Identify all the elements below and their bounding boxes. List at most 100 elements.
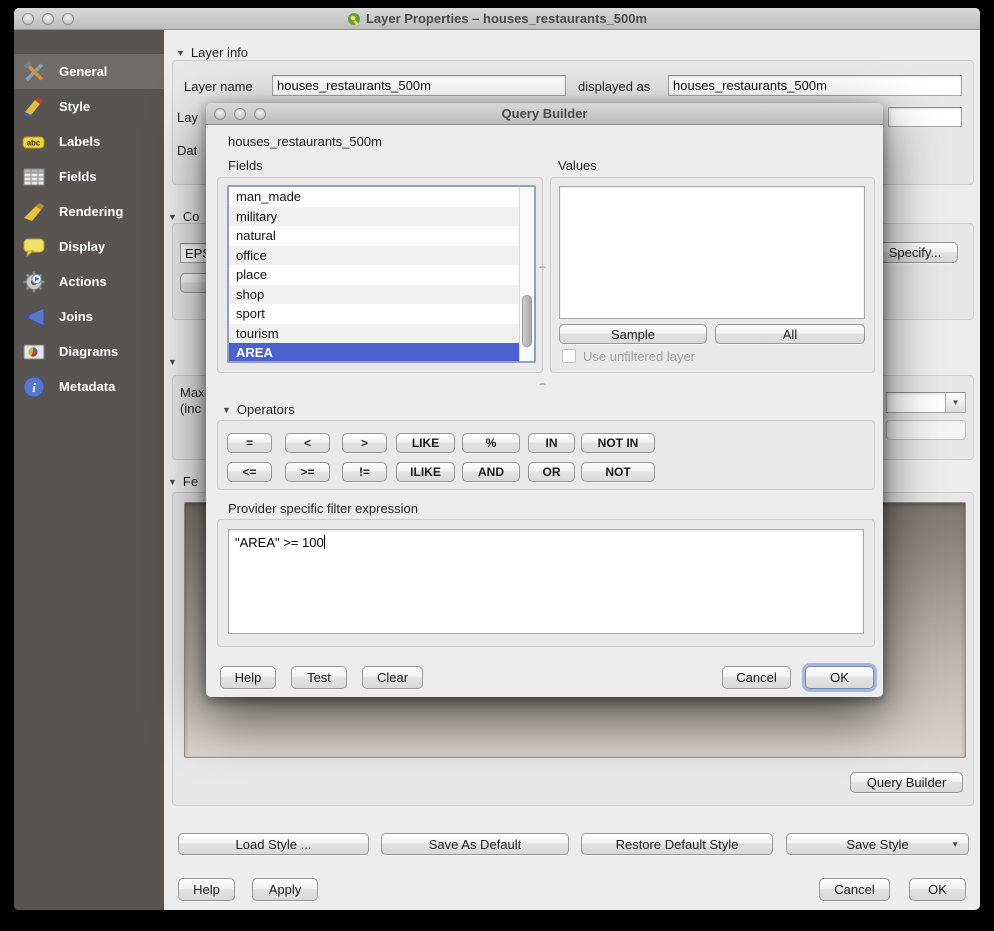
operator-ilike-button[interactable]: ILIKE	[396, 462, 455, 482]
style-icon	[22, 95, 46, 119]
dialog-title: Query Builder	[502, 106, 588, 121]
scale-field[interactable]	[886, 420, 966, 440]
layer-name-input[interactable]: houses_restaurants_500m	[272, 75, 566, 96]
splitter-handle[interactable]	[539, 266, 546, 270]
save-style-button[interactable]: Save Style ▼	[786, 833, 969, 855]
close-button[interactable]	[22, 13, 34, 25]
zoom-button[interactable]	[254, 108, 266, 120]
layer-info-section-header[interactable]: ▼ Layer info	[176, 45, 248, 60]
operator-le-button[interactable]: <=	[227, 462, 272, 482]
dialog-ok-button[interactable]: OK	[805, 666, 874, 689]
use-unfiltered-checkbox[interactable]	[562, 349, 576, 363]
svg-text:i: i	[32, 380, 36, 395]
operator-lt-button[interactable]: <	[285, 433, 330, 453]
scrollbar-thumb[interactable]	[522, 295, 532, 347]
chevron-down-icon: ▼	[951, 840, 959, 849]
zoom-button[interactable]	[62, 13, 74, 25]
dialog-clear-button[interactable]: Clear	[362, 666, 423, 689]
layer-source-input[interactable]	[888, 107, 962, 127]
features-section-header[interactable]: ▼ Fe	[168, 474, 198, 489]
operator-and-button[interactable]: AND	[462, 462, 520, 482]
dialog-test-button[interactable]: Test	[291, 666, 347, 689]
display-icon	[22, 235, 46, 259]
field-list-item[interactable]: sport	[229, 304, 519, 324]
save-as-default-button[interactable]: Save As Default	[381, 833, 569, 855]
dialog-titlebar[interactable]: Query Builder	[206, 103, 883, 125]
sidebar-item-label: Rendering	[59, 204, 123, 219]
sidebar-item-style[interactable]: Style	[14, 89, 164, 124]
sidebar-item-fields[interactable]: Fields	[14, 159, 164, 194]
sidebar-item-general[interactable]: General	[14, 54, 164, 89]
displayed-as-input[interactable]: houses_restaurants_500m	[668, 75, 962, 96]
fields-label: Fields	[228, 158, 263, 173]
values-list[interactable]	[559, 186, 865, 319]
operator-eq-button[interactable]: =	[227, 433, 272, 453]
window-titlebar[interactable]: Layer Properties – houses_restaurants_50…	[14, 8, 980, 30]
field-list-item[interactable]: office	[229, 246, 519, 266]
field-list-item[interactable]: man_made	[229, 187, 519, 207]
field-list-item[interactable]: shop	[229, 285, 519, 305]
field-list-item[interactable]: tourism	[229, 324, 519, 344]
chevron-down-icon[interactable]: ▼	[945, 393, 965, 412]
field-list-item[interactable]: place	[229, 265, 519, 285]
sidebar-item-label: General	[59, 64, 107, 79]
filter-expression-textarea[interactable]: "AREA" >= 100	[228, 529, 864, 634]
sidebar-item-label: Labels	[59, 134, 100, 149]
layer-name-label: Layer name	[184, 79, 253, 94]
sidebar-item-display[interactable]: Display	[14, 229, 164, 264]
operator-pct-button[interactable]: %	[462, 433, 520, 453]
apply-button[interactable]: Apply	[252, 878, 318, 901]
field-list-item-selected[interactable]: AREA	[229, 343, 519, 363]
fields-scrollbar[interactable]	[519, 187, 534, 361]
sidebar-item-label: Joins	[59, 309, 93, 324]
query-builder-dialog: Query Builder houses_restaurants_500m Fi…	[206, 103, 883, 697]
operator-gt-button[interactable]: >	[342, 433, 387, 453]
help-button[interactable]: Help	[178, 878, 235, 901]
sidebar-item-metadata[interactable]: i Metadata	[14, 369, 164, 404]
operator-like-button[interactable]: LIKE	[396, 433, 455, 453]
sidebar-item-rendering[interactable]: Rendering	[14, 194, 164, 229]
displayed-as-label: displayed as	[578, 79, 650, 94]
crs-section-header[interactable]: ▼ Co	[168, 209, 200, 224]
sidebar-item-labels[interactable]: abc Labels	[14, 124, 164, 159]
scale-combobox[interactable]: ▼	[886, 392, 966, 413]
dialog-help-button[interactable]: Help	[220, 666, 276, 689]
scale-section-header[interactable]: ▼	[168, 357, 177, 367]
operators-section-header[interactable]: ▼ Operators	[222, 402, 295, 417]
ok-button[interactable]: OK	[909, 878, 966, 901]
restore-default-style-button[interactable]: Restore Default Style	[581, 833, 773, 855]
minimize-button[interactable]	[42, 13, 54, 25]
operator-not-button[interactable]: NOT	[581, 462, 655, 482]
splitter-handle[interactable]	[539, 383, 546, 387]
collapse-triangle-icon: ▼	[168, 357, 177, 367]
collapse-triangle-icon: ▼	[222, 405, 231, 415]
fields-list[interactable]: man_made military natural office place s…	[227, 185, 536, 363]
collapse-triangle-icon: ▼	[168, 212, 177, 222]
sidebar-item-diagrams[interactable]: Diagrams	[14, 334, 164, 369]
specify-button[interactable]: Specify...	[872, 242, 958, 263]
load-style-button[interactable]: Load Style ...	[178, 833, 369, 855]
layer-source-label-clipped: Lay	[177, 110, 198, 125]
sample-button[interactable]: Sample	[559, 324, 707, 344]
sidebar-item-joins[interactable]: Joins	[14, 299, 164, 334]
window-title: Layer Properties – houses_restaurants_50…	[366, 11, 647, 26]
query-builder-button[interactable]: Query Builder	[850, 772, 963, 793]
operator-in-button[interactable]: IN	[528, 433, 575, 453]
operator-notin-button[interactable]: NOT IN	[581, 433, 655, 453]
field-list-item[interactable]: military	[229, 207, 519, 227]
minimize-button[interactable]	[234, 108, 246, 120]
dialog-cancel-button[interactable]: Cancel	[722, 666, 791, 689]
dialog-layer-name: houses_restaurants_500m	[228, 134, 382, 149]
cancel-button[interactable]: Cancel	[819, 878, 890, 901]
operator-ge-button[interactable]: >=	[285, 462, 330, 482]
sidebar-item-label: Metadata	[59, 379, 115, 394]
operator-ne-button[interactable]: !=	[342, 462, 387, 482]
all-button[interactable]: All	[715, 324, 865, 344]
properties-sidebar: General Style abc Labels	[14, 30, 164, 910]
inc-label-clipped: (inc	[180, 401, 201, 416]
sidebar-item-actions[interactable]: Actions	[14, 264, 164, 299]
close-button[interactable]	[214, 108, 226, 120]
field-list-item[interactable]: natural	[229, 226, 519, 246]
collapse-triangle-icon: ▼	[168, 477, 177, 487]
operator-or-button[interactable]: OR	[528, 462, 575, 482]
